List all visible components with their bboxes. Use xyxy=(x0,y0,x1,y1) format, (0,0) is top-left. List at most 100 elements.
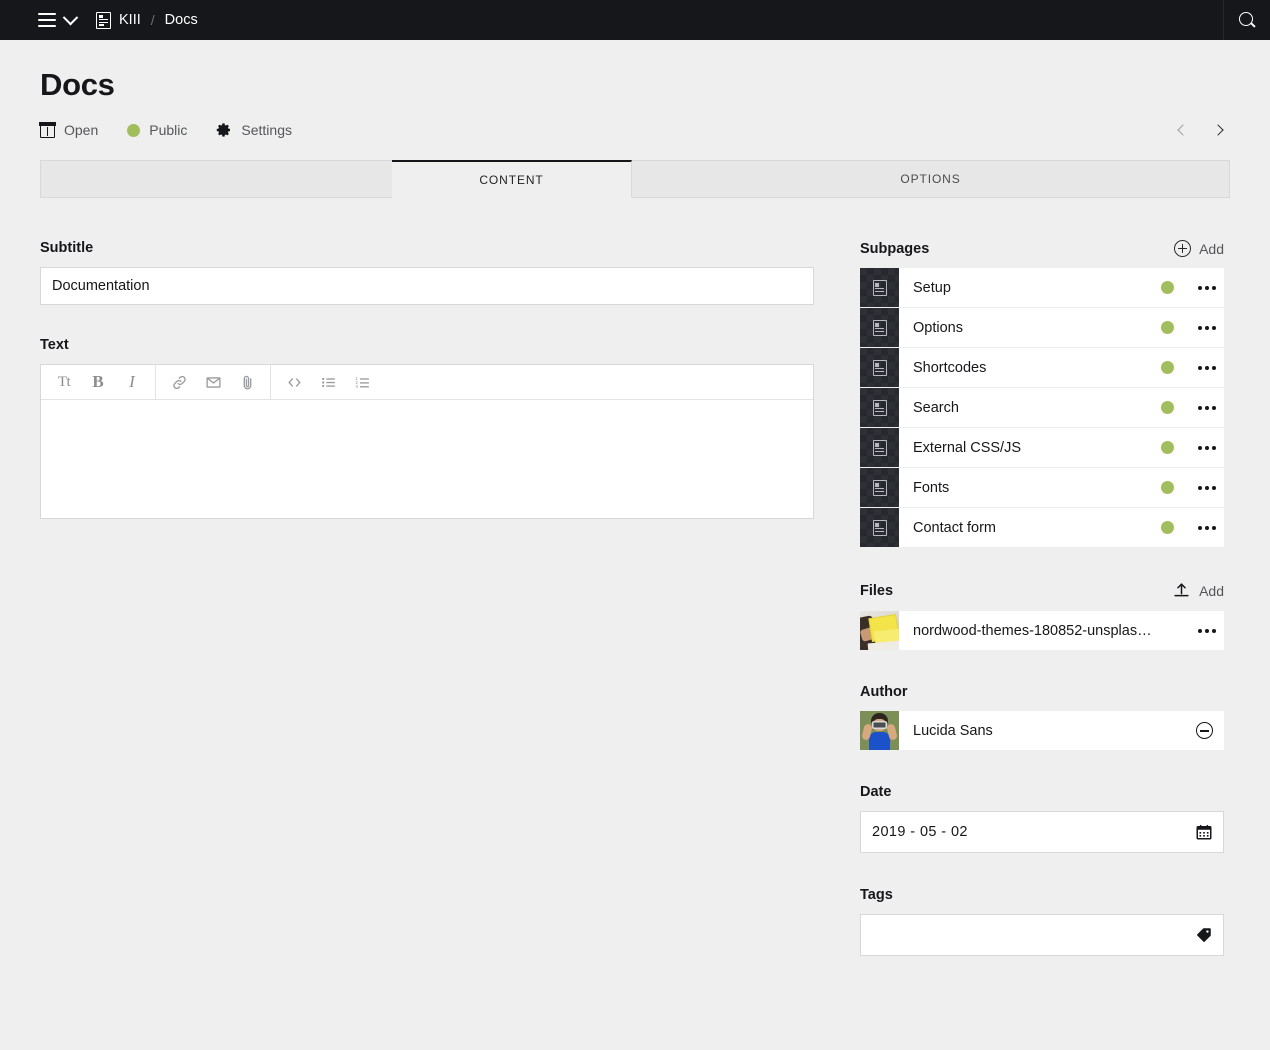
files-list: nordwood-themes-180852-unsplas… xyxy=(860,611,1224,651)
status-dot-icon xyxy=(1161,361,1174,375)
upload-icon xyxy=(1174,583,1189,597)
editor-toolbar-group-blocks: 1 2 3 xyxy=(270,365,379,400)
tag-button[interactable] xyxy=(1195,926,1213,944)
page-settings-button[interactable]: Settings xyxy=(216,122,292,138)
gear-icon xyxy=(217,123,231,137)
chevron-right-icon xyxy=(1211,124,1224,136)
ellipsis-icon[interactable] xyxy=(1190,468,1224,507)
link-icon[interactable] xyxy=(162,365,196,399)
list-item-label: Contact form xyxy=(913,519,996,536)
date-header: Date xyxy=(860,784,1224,800)
add-subpage-button[interactable]: Add xyxy=(1174,240,1224,258)
subtitle-input[interactable]: Documentation xyxy=(40,267,814,306)
remove-author-button[interactable] xyxy=(1184,711,1224,750)
author-panel: Author Lucida Sans xyxy=(860,684,1224,751)
search-button[interactable] xyxy=(1224,0,1270,40)
status-dot-icon xyxy=(1161,441,1174,455)
list-item[interactable]: External CSS/JS xyxy=(860,428,1224,468)
date-value: 2019 - 05 - 02 xyxy=(872,824,968,841)
files-title: Files xyxy=(860,582,894,599)
page-meta-row: Open Public Settings xyxy=(39,118,1230,142)
list-item[interactable]: Contact form xyxy=(860,508,1224,548)
date-input[interactable]: 2019 - 05 - 02 xyxy=(860,811,1224,854)
tags-title: Tags xyxy=(860,887,893,904)
subpages-panel: Subpages Add Setup Options Shortcodes Se… xyxy=(860,240,1224,548)
text-label: Text xyxy=(40,337,69,354)
list-item[interactable]: Fonts xyxy=(860,468,1224,508)
list-item[interactable]: Search xyxy=(860,388,1224,428)
page-status-label: Public xyxy=(149,122,188,139)
next-page-button[interactable] xyxy=(1208,119,1230,141)
breadcrumb-current-label: Docs xyxy=(164,12,198,28)
page-icon xyxy=(860,268,899,308)
photo-thumbnail xyxy=(860,611,899,651)
author-header: Author xyxy=(860,684,1224,700)
ellipsis-icon[interactable] xyxy=(1190,388,1224,427)
status-dot-icon xyxy=(1161,481,1174,495)
page-icon xyxy=(860,508,899,548)
page-icon xyxy=(860,428,899,468)
page-settings-label: Settings xyxy=(241,122,292,139)
italic-icon[interactable]: I xyxy=(115,365,149,399)
date-title: Date xyxy=(860,784,892,801)
breadcrumb-current[interactable]: Docs xyxy=(165,12,198,28)
tags-input[interactable] xyxy=(860,914,1224,957)
text-editor: Tt B I 1 2 3 xyxy=(40,364,814,520)
status-dot-icon xyxy=(1161,321,1174,335)
list-item[interactable]: Setup xyxy=(860,268,1224,308)
content-columns: Subtitle Documentation Text Tt B I 1 2 3… xyxy=(40,240,1230,990)
page-icon xyxy=(860,388,899,428)
main-menu-button[interactable] xyxy=(0,0,90,40)
add-subpage-label: Add xyxy=(1199,240,1224,257)
attachment-icon[interactable] xyxy=(230,365,264,399)
list-item-label: Shortcodes xyxy=(913,359,987,376)
status-dot-icon xyxy=(1161,401,1174,415)
avatar xyxy=(860,711,899,751)
prev-page-button[interactable] xyxy=(1170,119,1192,141)
sidebar-column: Subpages Add Setup Options Shortcodes Se… xyxy=(860,240,1224,990)
status-dot-icon xyxy=(1161,281,1174,295)
list-item-label: External CSS/JS xyxy=(913,439,1021,456)
breadcrumb-site[interactable]: KIII xyxy=(96,11,141,29)
top-bar-right xyxy=(1223,0,1270,40)
tab-options[interactable]: Options xyxy=(632,160,1230,199)
bold-icon[interactable]: B xyxy=(81,365,115,399)
ordered-list-icon[interactable]: 1 2 3 xyxy=(345,365,379,399)
subtitle-label: Subtitle xyxy=(40,240,94,257)
tab-content[interactable]: Content xyxy=(392,160,632,199)
author-list: Lucida Sans xyxy=(860,711,1224,751)
tags-header: Tags xyxy=(860,887,1224,903)
text-editor-input[interactable] xyxy=(41,400,813,519)
list-item[interactable]: Options xyxy=(860,308,1224,348)
add-file-button[interactable]: Add xyxy=(1172,581,1224,600)
page-title: Docs xyxy=(40,67,115,102)
ellipsis-icon[interactable] xyxy=(1190,611,1224,650)
ellipsis-icon[interactable] xyxy=(1190,268,1224,307)
ellipsis-icon[interactable] xyxy=(1190,348,1224,387)
open-preview-button[interactable]: Open xyxy=(39,121,99,139)
ellipsis-icon[interactable] xyxy=(1190,308,1224,347)
minus-circle-icon xyxy=(1195,722,1213,740)
editor-toolbar-group-format: Tt B I xyxy=(47,365,149,399)
list-item[interactable]: Shortcodes xyxy=(860,348,1224,388)
ellipsis-icon[interactable] xyxy=(1190,428,1224,467)
bullet-list-icon[interactable] xyxy=(311,365,345,399)
ellipsis-icon[interactable] xyxy=(1190,508,1224,547)
list-item-label: Setup xyxy=(913,279,951,296)
main-column: Subtitle Documentation Text Tt B I 1 2 3 xyxy=(40,240,814,551)
list-item-label: Lucida Sans xyxy=(913,722,993,739)
editor-toolbar-group-insert xyxy=(155,365,264,400)
breadcrumb-site-label: KIII xyxy=(119,12,141,28)
page-status-button[interactable]: Public xyxy=(127,122,187,138)
page-body: Docs Open Public Settings CONTENT OPTION… xyxy=(0,40,1270,990)
calendar-icon xyxy=(1196,825,1212,840)
email-icon[interactable] xyxy=(196,365,230,399)
list-item-label: Fonts xyxy=(913,479,950,496)
subpages-title: Subpages xyxy=(860,240,930,257)
list-item[interactable]: Lucida Sans xyxy=(860,711,1224,751)
code-icon[interactable] xyxy=(277,365,311,399)
calendar-button[interactable] xyxy=(1195,823,1213,841)
headline-icon[interactable]: Tt xyxy=(47,365,81,399)
list-item[interactable]: nordwood-themes-180852-unsplas… xyxy=(860,611,1224,651)
open-preview-label: Open xyxy=(64,122,99,139)
